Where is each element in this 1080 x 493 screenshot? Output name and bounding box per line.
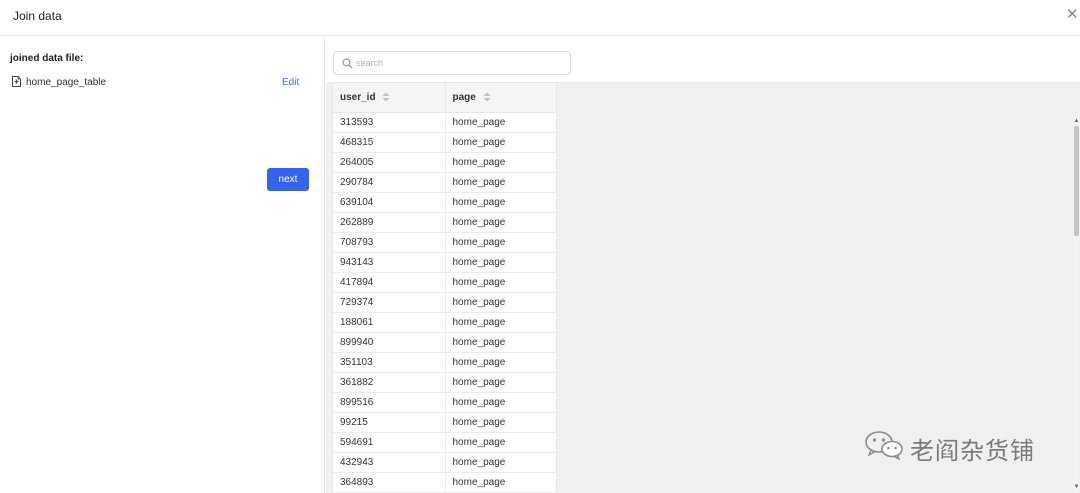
cell-page: home_page — [445, 212, 556, 233]
table-row[interactable]: 432943 home_page — [333, 452, 556, 473]
edit-link[interactable]: Edit — [282, 77, 299, 88]
column-header-page[interactable]: page — [445, 83, 556, 113]
cell-page: home_page — [445, 272, 556, 293]
joined-file-name: home_page_table — [26, 77, 107, 88]
table-row[interactable]: 594691 home_page — [333, 432, 556, 453]
column-header-user-id[interactable]: user_id — [333, 83, 446, 113]
scroll-up-arrow-icon[interactable]: ▲ — [1073, 118, 1080, 124]
wechat-icon — [865, 431, 903, 460]
table-row[interactable]: 264005 home_page — [333, 152, 556, 173]
cell-page: home_page — [445, 172, 556, 193]
cell-user-id: 899516 — [333, 392, 446, 413]
search-icon — [342, 58, 353, 69]
table-row[interactable]: 639104 home_page — [333, 192, 556, 213]
cell-user-id: 264005 — [333, 152, 446, 173]
table-header-row: user_id page — [333, 83, 556, 113]
file-icon — [12, 76, 21, 87]
cell-page: home_page — [445, 352, 556, 373]
table-row[interactable]: 351103 home_page — [333, 352, 556, 373]
cell-page: home_page — [445, 292, 556, 313]
cell-user-id: 262889 — [333, 212, 446, 233]
column-header-label: page — [452, 91, 476, 103]
left-panel: joined data file: home_page_table Edit n… — [0, 37, 325, 493]
cell-user-id: 432943 — [333, 452, 446, 473]
table-row[interactable]: 899940 home_page — [333, 332, 556, 353]
cell-user-id: 899940 — [333, 332, 446, 353]
cell-user-id: 468315 — [333, 132, 446, 153]
cell-page: home_page — [445, 252, 556, 273]
table-row[interactable]: 708793 home_page — [333, 232, 556, 253]
cell-user-id: 708793 — [333, 232, 446, 253]
cell-user-id: 351103 — [333, 352, 446, 373]
cell-page: home_page — [445, 392, 556, 413]
joined-file-row: home_page_table Edit — [10, 75, 310, 89]
table-row[interactable]: 729374 home_page — [333, 292, 556, 313]
table-row[interactable]: 364893 home_page — [333, 472, 556, 493]
cell-page: home_page — [445, 152, 556, 173]
table-row[interactable]: 361882 home_page — [333, 372, 556, 393]
cell-page: home_page — [445, 412, 556, 433]
search-input[interactable] — [356, 55, 556, 71]
cell-user-id: 99215 — [333, 412, 446, 433]
cell-user-id: 639104 — [333, 192, 446, 213]
scroll-down-arrow-icon[interactable]: ▼ — [1073, 484, 1080, 490]
watermark: 老阎杂货铺 — [864, 428, 1054, 465]
table-row[interactable]: 188061 home_page — [333, 312, 556, 333]
table-row[interactable]: 290784 home_page — [333, 172, 556, 193]
cell-user-id: 417894 — [333, 272, 446, 293]
cell-page: home_page — [445, 472, 556, 493]
cell-page: home_page — [445, 372, 556, 393]
cell-user-id: 364893 — [333, 472, 446, 493]
cell-page: home_page — [445, 452, 556, 473]
sort-icon[interactable] — [382, 92, 390, 102]
next-button[interactable]: next — [267, 168, 309, 191]
joined-data-file-label: joined data file: — [10, 53, 84, 64]
cell-user-id: 188061 — [333, 312, 446, 333]
table-row[interactable]: 468315 home_page — [333, 132, 556, 153]
right-panel: user_id page — [326, 37, 1080, 493]
cell-page: home_page — [445, 432, 556, 453]
data-table: user_id page 313593 home_page 468315 hom… — [333, 83, 556, 493]
table-row[interactable]: 99215 home_page — [333, 412, 556, 433]
cell-user-id: 594691 — [333, 432, 446, 453]
sort-icon[interactable] — [483, 92, 491, 102]
close-icon[interactable]: ✕ — [1066, 7, 1080, 23]
dialog-header: Join data ✕ — [0, 0, 1080, 36]
search-bar[interactable] — [333, 51, 571, 75]
table-row[interactable]: 943143 home_page — [333, 252, 556, 273]
cell-page: home_page — [445, 332, 556, 353]
cell-page: home_page — [445, 132, 556, 153]
cell-user-id: 290784 — [333, 172, 446, 193]
watermark-text: 老阎杂货铺 — [910, 437, 1035, 465]
table-row[interactable]: 417894 home_page — [333, 272, 556, 293]
column-header-label: user_id — [340, 91, 376, 103]
scrollbar-thumb[interactable] — [1074, 126, 1079, 236]
cell-page: home_page — [445, 192, 556, 213]
cell-user-id: 361882 — [333, 372, 446, 393]
dialog-title: Join data — [13, 9, 62, 23]
cell-page: home_page — [445, 232, 556, 253]
cell-user-id: 729374 — [333, 292, 446, 313]
cell-user-id: 313593 — [333, 112, 446, 133]
cell-page: home_page — [445, 112, 556, 133]
vertical-scrollbar[interactable]: ▲ ▼ — [1073, 118, 1080, 493]
cell-user-id: 943143 — [333, 252, 446, 273]
table-row[interactable]: 899516 home_page — [333, 392, 556, 413]
table-row[interactable]: 313593 home_page — [333, 112, 556, 133]
cell-page: home_page — [445, 312, 556, 333]
table-row[interactable]: 262889 home_page — [333, 212, 556, 233]
data-table-container: user_id page 313593 home_page 468315 hom… — [332, 83, 557, 493]
